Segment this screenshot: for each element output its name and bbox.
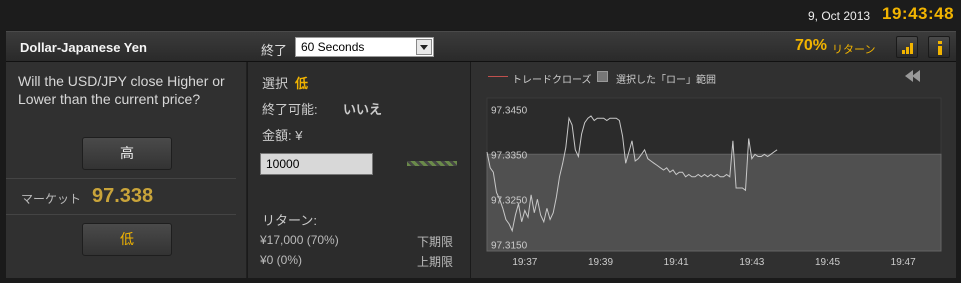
early-close-value: いいえ (343, 102, 383, 117)
amount-label: 金額: ¥ (262, 128, 303, 143)
market-price-row: マーケット 97.338 (6, 178, 236, 215)
expiry-select[interactable]: 60 Seconds (295, 37, 434, 57)
x-tick-label: 19:45 (815, 257, 840, 268)
return-label: リターン: (262, 213, 317, 228)
x-tick-label: 19:39 (588, 257, 613, 268)
return-lower-label: 下期限 (417, 235, 454, 249)
prediction-question: Will the USD/JPY close Higher or Lower t… (18, 73, 225, 107)
return-upper-label: 上期限 (417, 255, 454, 269)
y-tick-label: 97.3350 (491, 150, 528, 161)
return-lower-value: ¥17,000 (70%) (260, 233, 339, 247)
chevron-down-icon[interactable] (416, 39, 432, 55)
payout-percent: 70% (795, 37, 828, 54)
payout-label: リターン (832, 44, 876, 56)
amount-input[interactable]: 10000 (260, 153, 373, 175)
clock-display: 19:43:48 (882, 4, 955, 23)
asset-header: Dollar-Japanese Yen 終了 60 Seconds 70% リタ… (6, 31, 956, 62)
top-bar: 9, Oct 2013 19:43:48 (0, 0, 961, 30)
low-button[interactable]: 低 (82, 223, 172, 256)
price-chart: 97.3450 97.3350 97.3250 97.3150 19:37 19:39 19… (486, 97, 942, 268)
return-upper-value: ¥0 (0%) (260, 253, 303, 267)
trade-ticket: 選択 低 終了可能: いいえ 金額: ¥ 10000 リターン: ¥17,000… (248, 62, 470, 278)
asset-name: Dollar-Japanese Yen (20, 40, 147, 55)
high-button[interactable]: 高 (82, 137, 172, 170)
early-close-label: 終了可能: (262, 102, 318, 117)
price-chart-panel: トレードクローズ 選択した「ロー」範囲 97.3450 97.3350 97.325… (471, 62, 956, 278)
expiry-label: 終了 (261, 43, 288, 58)
signal-bars-icon[interactable] (896, 36, 918, 58)
x-tick-label: 19:47 (891, 257, 916, 268)
expiry-select-value: 60 Seconds (301, 40, 365, 54)
y-tick-label: 97.3450 (491, 105, 528, 116)
x-tick-label: 19:43 (739, 257, 764, 268)
x-tick-label: 19:41 (664, 257, 689, 268)
selection-value: 低 (295, 76, 309, 91)
prediction-panel: Will the USD/JPY close Higher or Lower t… (6, 62, 247, 278)
y-tick-label: 97.3250 (491, 195, 528, 206)
market-label: マーケット (21, 192, 82, 206)
info-icon[interactable] (928, 36, 950, 58)
x-tick-label: 19:37 (512, 257, 537, 268)
loading-indicator (407, 161, 457, 166)
date-display: 9, Oct 2013 (808, 9, 871, 23)
y-tick-label: 97.3150 (491, 240, 528, 251)
market-price: 97.338 (92, 185, 154, 207)
selection-label: 選択 (262, 76, 289, 91)
